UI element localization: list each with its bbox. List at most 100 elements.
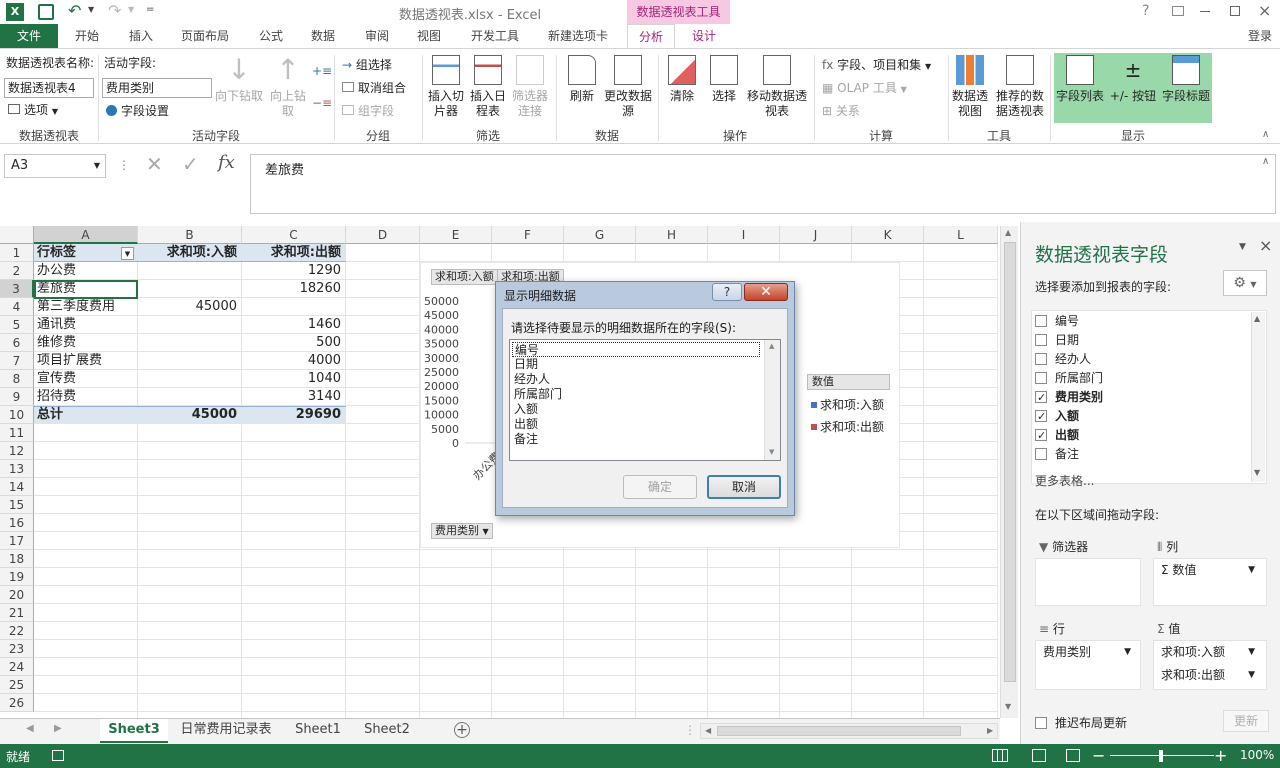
fields-items-sets-button[interactable]: fx 字段、项目和集 ▼ [822,57,931,75]
field-checkbox[interactable] [1035,389,1047,407]
row-header-21[interactable]: 21 [0,604,34,622]
pivot-header-out[interactable]: 求和项:出额 [245,244,341,262]
help-icon[interactable]: ? [1142,3,1149,19]
field-checkbox[interactable] [1035,427,1047,445]
field-checkbox[interactable] [1035,334,1047,346]
active-field-input[interactable]: 费用类别 [102,78,212,98]
horizontal-scrollbar[interactable]: ◀ ▶ [700,723,998,739]
field-listbox[interactable]: 编号 日期 经办人 所属部门 入额 出额 备注 ▲ ▼ [509,339,781,461]
pivot-row-in[interactable] [141,316,237,334]
sheet-tab-sheet2[interactable]: Sheet2 [354,719,420,743]
confirm-entry-icon[interactable]: ✓ [182,152,199,176]
pivot-row-in[interactable] [141,388,237,406]
tab-developer[interactable]: 开发工具 [460,24,530,48]
scroll-up-icon[interactable]: ▲ [1005,228,1011,237]
update-button[interactable]: 更新 [1223,710,1269,732]
pt-name-input[interactable]: 数据透视表4 [4,78,94,98]
add-sheet-icon[interactable]: + [454,722,470,738]
legend-title-button[interactable]: 数值 [807,374,890,390]
row-header-4[interactable]: 4 [0,298,34,316]
field-item[interactable]: 编号 [1035,312,1079,330]
row-header-23[interactable]: 23 [0,640,34,658]
values-item-out[interactable]: 求和项:出额 ▼ [1155,665,1261,685]
field-item[interactable]: 费用类别 [1035,388,1103,407]
tab-new[interactable]: 新建选项卡 [538,24,618,48]
row-header-14[interactable]: 14 [0,478,34,496]
insert-timeline-button[interactable]: 插入日程表 [468,55,508,119]
minimize-icon[interactable] [1200,11,1210,12]
dialog-field-option[interactable]: 出额 [512,417,760,432]
pivot-row-out[interactable]: 1040 [245,370,341,388]
pivot-row-in[interactable] [141,370,237,388]
row-header-24[interactable]: 24 [0,658,34,676]
tab-home[interactable]: 开始 [64,24,110,48]
pivot-row-out[interactable]: 4000 [245,352,341,370]
pivot-row-out[interactable]: 18260 [245,280,341,298]
row-labels-filter-icon[interactable]: ▼ [121,247,134,260]
collapse-ribbon-icon[interactable]: ∧ [1262,129,1269,140]
dialog-field-option[interactable]: 所属部门 [512,387,760,402]
col-header-J[interactable]: J [780,226,852,244]
page-break-view-icon[interactable] [1066,749,1080,762]
listbox-scrollbar[interactable]: ▲ ▼ [764,340,780,460]
vertical-scrollbar[interactable]: ▲ ▼ [1000,226,1018,718]
login-link[interactable]: 登录 [1240,24,1280,48]
pivot-row-label[interactable]: 维修费 [37,334,133,352]
dialog-close-button[interactable]: ✕ [744,283,788,301]
pivot-row-label[interactable]: 宣传费 [37,370,133,388]
hscroll-left-icon[interactable]: ◀ [705,726,711,735]
field-item[interactable]: 出额 [1035,426,1079,445]
defer-update-checkbox[interactable]: 推迟布局更新 [1035,714,1127,731]
dialog-ok-button[interactable]: 确定 [623,475,697,499]
row-header-20[interactable]: 20 [0,586,34,604]
pane-options-icon[interactable]: ▼ [1239,242,1246,252]
dialog-field-option[interactable]: 经办人 [512,372,760,387]
pivot-row-out[interactable] [245,298,341,316]
pivot-header-row-labels[interactable]: 行标签 [37,244,133,262]
row-header-17[interactable]: 17 [0,532,34,550]
drill-down-button[interactable]: ↓ 向下钻取 [214,55,264,104]
dialog-help-button[interactable]: ? [712,283,742,301]
pivot-row-in[interactable] [141,280,237,298]
group-selection-button[interactable]: → 组选择 [342,57,392,73]
pivot-row-out[interactable]: 1460 [245,316,341,334]
row-header-19[interactable]: 19 [0,568,34,586]
row-header-9[interactable]: 9 [0,388,34,406]
pivot-total-in[interactable]: 45000 [141,406,237,424]
tab-analyze[interactable]: 分析 [627,24,675,49]
insert-slicer-button[interactable]: 插入切片器 [426,55,466,119]
field-item[interactable]: 所属部门 [1035,369,1103,387]
col-header-G[interactable]: G [564,226,636,244]
field-item[interactable]: 经办人 [1035,350,1091,368]
insert-function-icon[interactable]: fx [218,152,235,173]
row-header-18[interactable]: 18 [0,550,34,568]
hscroll-right-icon[interactable]: ▶ [987,726,993,735]
field-checkbox[interactable] [1035,448,1047,460]
select-button[interactable]: 选择 [704,55,744,104]
pivot-row-label[interactable]: 办公费 [37,262,133,280]
pivot-row-in[interactable] [141,352,237,370]
drill-up-button[interactable]: ↑ 向上钻取 [266,55,310,119]
pivot-row-out[interactable]: 1290 [245,262,341,280]
pivot-row-out[interactable]: 3140 [245,388,341,406]
row-header-3[interactable]: 3 [0,280,34,298]
dialog-cancel-button[interactable]: 取消 [707,475,781,499]
sheet-tab-sheet3[interactable]: Sheet3 [100,719,168,743]
row-header-1[interactable]: 1 [0,244,34,262]
col-header-L[interactable]: L [924,226,998,244]
excel-logo-icon[interactable]: X [6,3,24,21]
field-item[interactable]: 备注 [1035,445,1079,463]
axis-field-button[interactable]: 费用类别 ▼ [431,523,493,539]
pivot-row-in[interactable]: 45000 [141,298,237,316]
values-item-in[interactable]: 求和项:入额 ▼ [1155,642,1261,662]
normal-view-icon[interactable] [992,749,1008,762]
formula-input[interactable]: 差旅费 [250,154,1276,214]
field-headers-button[interactable]: 字段标题 [1160,55,1212,104]
row-header-15[interactable]: 15 [0,496,34,514]
col-header-C[interactable]: C [242,226,346,244]
field-item[interactable]: 入额 [1035,407,1079,426]
tab-formulas[interactable]: 公式 [248,24,294,48]
restore-icon[interactable] [1230,6,1240,16]
scroll-down-icon[interactable]: ▼ [1005,702,1011,711]
zoom-in-icon[interactable]: + [1214,746,1227,765]
